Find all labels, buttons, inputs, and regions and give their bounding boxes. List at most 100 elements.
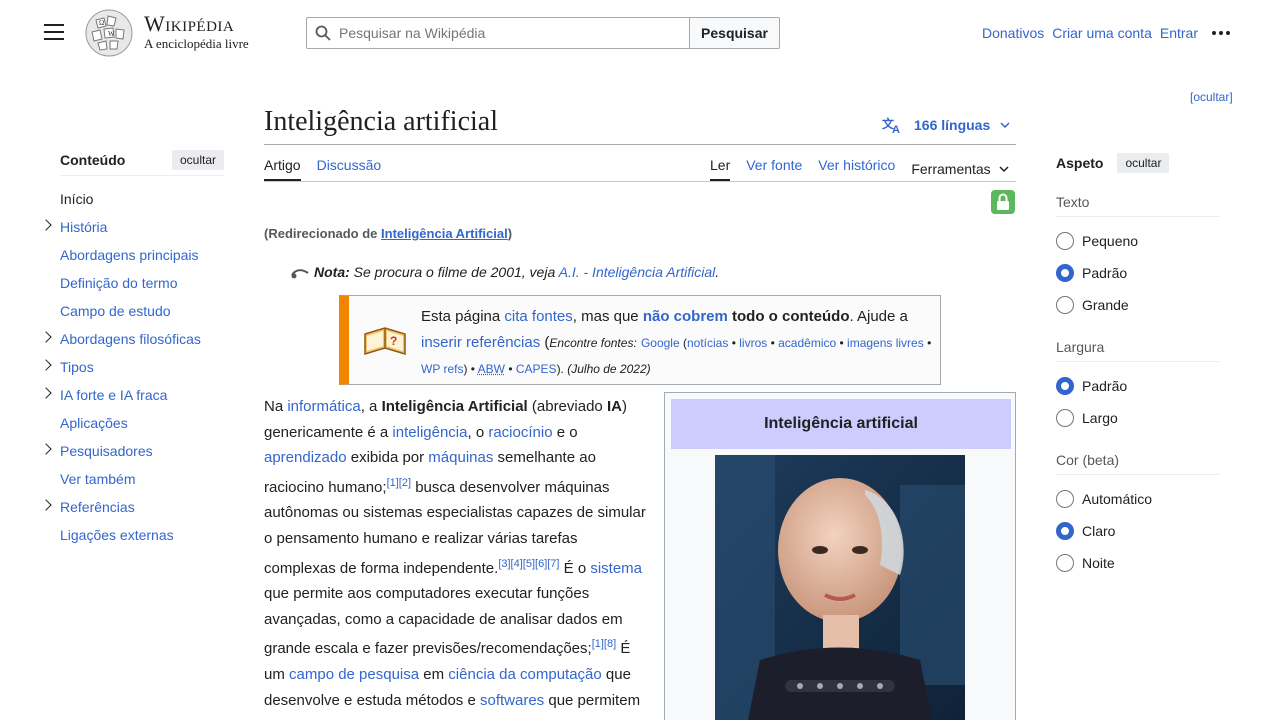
redirect-link[interactable]: Inteligência Artificial [381, 226, 508, 241]
create-account-link[interactable]: Criar uma conta [1052, 25, 1152, 41]
appearance-radio-option[interactable]: Automático [1056, 483, 1220, 515]
toc-item[interactable]: Pesquisadores [40, 442, 224, 470]
toc-item[interactable]: Referências [40, 498, 224, 526]
radio-button[interactable] [1056, 232, 1074, 250]
login-link[interactable]: Entrar [1160, 25, 1198, 41]
radio-label: Grande [1082, 297, 1129, 313]
appearance-radio-option[interactable]: Claro [1056, 515, 1220, 547]
source-academic-link[interactable]: acadêmico [778, 336, 836, 350]
radio-button[interactable] [1056, 409, 1074, 427]
redirect-notice: (Redirecionado de Inteligência Artificia… [264, 226, 513, 241]
wikipedia-globe-logo[interactable]: Ω W [84, 8, 134, 58]
hatnote: Nota: Se procura o filme de 2001, veja A… [290, 264, 719, 280]
tab-read[interactable]: Ler [710, 157, 731, 181]
link-informatica[interactable]: informática [287, 398, 360, 415]
appearance-hide-button[interactable]: ocultar [1117, 153, 1170, 173]
toc-item-label: Definição do termo [60, 275, 178, 291]
link-raciocinio[interactable]: raciocínio [488, 424, 552, 441]
table-of-contents: Conteúdo ocultar Início História Abordagen… [40, 149, 224, 554]
protection-lock-icon[interactable] [991, 190, 1015, 214]
infobox-robot-image[interactable] [715, 455, 965, 720]
appearance-radio-option[interactable]: Largo [1056, 402, 1220, 434]
radio-label: Pequeno [1082, 233, 1139, 249]
source-capes-link[interactable]: CAPES [516, 362, 557, 376]
hide-panel-link[interactable]: [ocultar] [1190, 90, 1233, 104]
radio-label: Largo [1082, 410, 1118, 426]
search-button[interactable]: Pesquisar [689, 17, 780, 49]
radio-button[interactable] [1056, 522, 1074, 540]
appearance-radio-option[interactable]: Padrão [1056, 370, 1220, 402]
source-abw-link[interactable]: ABW [478, 362, 505, 376]
toc-item-label: Abordagens principais [60, 247, 199, 263]
main-menu-button[interactable] [44, 24, 64, 42]
not-covered-link[interactable]: não cobrem [643, 308, 728, 325]
tools-menu[interactable]: Ferramentas [911, 157, 1009, 181]
appearance-radio-option[interactable]: Noite [1056, 547, 1220, 579]
more-options-icon[interactable] [1212, 31, 1230, 35]
wordmark-tagline: A enciclopédia livre [144, 36, 249, 51]
search-field[interactable] [306, 17, 689, 49]
toc-item[interactable]: IA forte e IA fraca [40, 386, 224, 414]
toc-item[interactable]: História [40, 218, 224, 246]
appearance-radio-option[interactable]: Pequeno [1056, 225, 1220, 257]
toc-item[interactable]: Ligações externas [60, 526, 224, 554]
chevron-right-icon[interactable] [40, 219, 52, 231]
radio-button[interactable] [1056, 264, 1074, 282]
chevron-right-icon[interactable] [40, 387, 52, 399]
toc-item[interactable]: Abordagens filosóficas [40, 330, 224, 358]
link-maquinas[interactable]: máquinas [428, 449, 493, 466]
link-aprendizado[interactable]: aprendizado [264, 449, 347, 466]
appearance-group-label: Cor (beta) [1056, 452, 1220, 475]
ref-sup[interactable]: [1][2] [387, 477, 411, 489]
toc-item-label: Referências [60, 499, 135, 515]
toc-item[interactable]: Início [60, 190, 224, 218]
cites-sources-link[interactable]: cita fontes [504, 308, 572, 325]
donate-link[interactable]: Donativos [982, 25, 1044, 41]
source-wp-refs-link[interactable]: WP refs [421, 362, 463, 376]
toc-hide-button[interactable]: ocultar [171, 149, 224, 170]
insert-references-link[interactable]: inserir referências [421, 334, 540, 351]
radio-button[interactable] [1056, 554, 1074, 572]
source-books-link[interactable]: livros [739, 336, 767, 350]
toc-item[interactable]: Abordagens principais [60, 246, 224, 274]
link-sistema[interactable]: sistema [590, 560, 642, 577]
search-input[interactable] [339, 25, 659, 41]
wikipedia-wordmark[interactable]: Wikipédia A enciclopédia livre [144, 12, 249, 52]
chevron-right-icon[interactable] [40, 499, 52, 511]
link-inteligencia[interactable]: inteligência [392, 424, 467, 441]
toc-item[interactable]: Definição do termo [60, 274, 224, 302]
chevron-right-icon[interactable] [40, 359, 52, 371]
view-tabs: Ler Ver fonte Ver histórico Ferramentas [710, 157, 1009, 181]
source-news-link[interactable]: notícias [687, 336, 728, 350]
tab-article[interactable]: Artigo [264, 157, 301, 181]
link-softwares[interactable]: softwares [480, 692, 544, 709]
ref-sup[interactable]: [1][8] [592, 638, 616, 650]
tab-view-source[interactable]: Ver fonte [746, 157, 802, 181]
toc-item[interactable]: Aplicações [60, 414, 224, 442]
ref-sup[interactable]: [3][4][5][6][7] [498, 558, 559, 570]
chevron-right-icon[interactable] [40, 331, 52, 343]
radio-button[interactable] [1056, 490, 1074, 508]
tab-discussion[interactable]: Discussão [317, 157, 382, 181]
toc-item-label: Início [60, 191, 94, 207]
toc-item[interactable]: Tipos [40, 358, 224, 386]
page-title: Inteligência artificial [264, 106, 498, 137]
source-google-link[interactable]: Google [641, 336, 680, 350]
language-button[interactable]: 文 A 166 línguas [882, 116, 1010, 134]
link-campo-pesquisa[interactable]: campo de pesquisa [289, 666, 419, 683]
toc-item[interactable]: Campo de estudo [60, 302, 224, 330]
toc-item-label: Campo de estudo [60, 303, 171, 319]
link-ciencia-computacao[interactable]: ciência da computação [448, 666, 601, 683]
source-free-images-link[interactable]: imagens livres [847, 336, 924, 350]
tab-view-history[interactable]: Ver histórico [818, 157, 895, 181]
hatnote-link[interactable]: A.I. - Inteligência Artificial [559, 264, 716, 280]
toc-item-label: Tipos [60, 359, 94, 375]
radio-button[interactable] [1056, 296, 1074, 314]
appearance-radio-option[interactable]: Padrão [1056, 257, 1220, 289]
radio-button[interactable] [1056, 377, 1074, 395]
wordmark-title: Wikipédia [144, 11, 235, 36]
search-icon [315, 25, 331, 41]
appearance-radio-option[interactable]: Grande [1056, 289, 1220, 321]
toc-item[interactable]: Ver também [60, 470, 224, 498]
chevron-right-icon[interactable] [40, 443, 52, 455]
